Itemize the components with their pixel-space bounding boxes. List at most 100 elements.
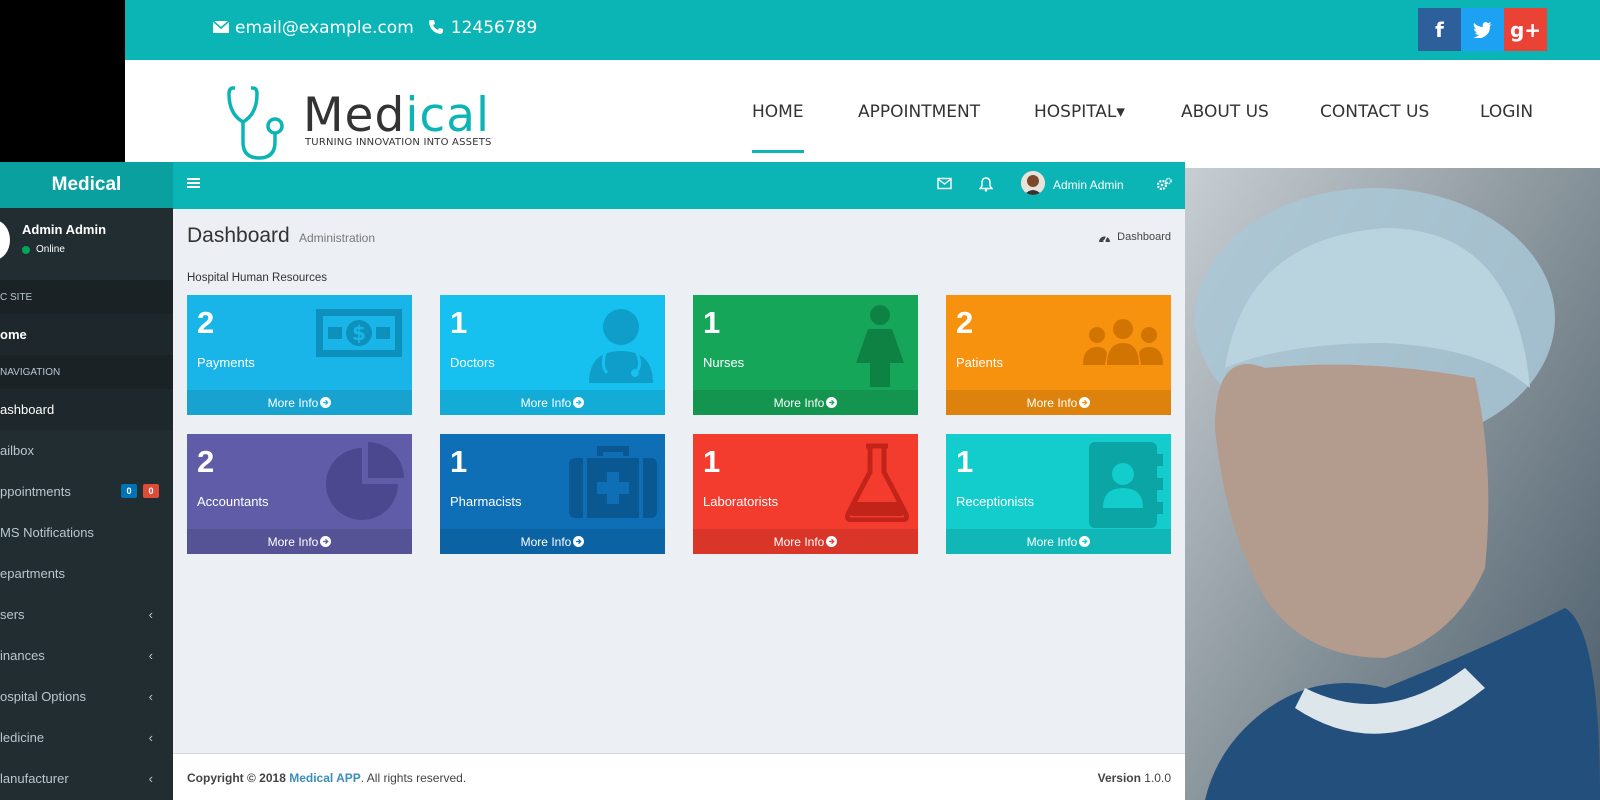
stat-box-accountants[interactable]: 2 Accountants More Info <box>187 434 412 554</box>
section-label: Hospital Human Resources <box>187 272 327 284</box>
admin-top-header: Admin Admin <box>173 162 1185 209</box>
arrow-circle-right-icon <box>1079 397 1091 408</box>
site-email[interactable]: email@example.com <box>235 18 414 38</box>
sidebar-item-label: ledicine <box>0 730 45 745</box>
arrow-circle-right-icon <box>826 536 838 547</box>
stat-label: Laboratorists <box>703 494 779 509</box>
sidebar-item-dashboard[interactable]: ashboard <box>0 389 173 430</box>
sidebar-item-medicine[interactable]: ledicine ‹ <box>0 717 173 758</box>
chevron-left-icon: ‹ <box>148 689 153 704</box>
more-info-link[interactable]: More Info <box>440 390 665 415</box>
pie-chart-icon <box>324 442 404 527</box>
arrow-circle-right-icon <box>320 536 332 547</box>
menu-hospital[interactable]: HOSPITAL▾ <box>1034 102 1125 122</box>
menu-home[interactable]: HOME <box>752 102 804 153</box>
stat-label: Receptionists <box>956 494 1035 509</box>
sidebar-item-label: sers <box>0 607 25 622</box>
sidebar-item-label: inances <box>0 648 45 663</box>
sidebar-item-label: ppointments <box>0 484 71 499</box>
more-info-link[interactable]: More Info <box>187 529 412 554</box>
sidebar-item-sms-notifications[interactable]: MS Notifications <box>0 512 173 553</box>
phone-icon <box>428 19 446 37</box>
sidebar-item-departments[interactable]: epartments <box>0 553 173 594</box>
hero-doctor-photo <box>1185 168 1600 800</box>
arrow-circle-right-icon <box>573 536 585 547</box>
sidebar-brand[interactable]: Medical <box>0 162 173 208</box>
more-info-link[interactable]: More Info <box>693 390 918 415</box>
stat-label: Payments <box>197 355 255 370</box>
stat-label: Pharmacists <box>450 494 522 509</box>
twitter-icon[interactable] <box>1461 8 1504 51</box>
avatar[interactable] <box>1021 171 1045 195</box>
female-icon <box>850 303 910 392</box>
chevron-left-icon: ‹ <box>148 730 153 745</box>
stat-box-payments[interactable]: 2 Payments $ More Info <box>187 295 412 415</box>
site-phone[interactable]: 12456789 <box>451 18 538 38</box>
sidebar-user-name: Admin Admin <box>22 222 107 237</box>
stat-box-receptionists[interactable]: 1 Receptionists More Info <box>946 434 1171 554</box>
more-info-link[interactable]: More Info <box>187 390 412 415</box>
more-info-link[interactable]: More Info <box>693 529 918 554</box>
chevron-left-icon: ‹ <box>148 648 153 663</box>
page-subtitle: Administration <box>299 231 376 245</box>
version-info: Version 1.0.0 <box>1097 771 1171 785</box>
site-contact-info: email@example.com 12456789 <box>212 18 537 38</box>
stat-box-doctors[interactable]: 1 Doctors More Info <box>440 295 665 415</box>
stat-label: Doctors <box>450 355 495 370</box>
flask-icon <box>844 442 910 527</box>
stat-box-pharmacists[interactable]: 1 Pharmacists More Info <box>440 434 665 554</box>
social-links: f g+ <box>1418 8 1547 51</box>
sidebar-item-label: epartments <box>0 566 66 581</box>
sidebar-item-manufacturer[interactable]: lanufacturer ‹ <box>0 758 173 799</box>
address-book-icon <box>1087 442 1163 533</box>
sidebar-item-appointments[interactable]: ppointments 0 0 <box>0 471 173 512</box>
admin-footer: Copyright © 2018 Medical APP. All rights… <box>173 753 1185 800</box>
menu-contact-us[interactable]: CONTACT US <box>1320 102 1429 122</box>
facebook-icon[interactable]: f <box>1418 8 1461 51</box>
stat-label: Nurses <box>703 355 745 370</box>
site-logo-text: Medical <box>303 88 491 143</box>
hamburger-menu-icon[interactable] <box>187 176 201 194</box>
site-logo[interactable]: Medical TURNING INNOVATION INTO ASSETS <box>227 84 507 164</box>
arrow-circle-right-icon <box>320 397 332 408</box>
medkit-icon <box>569 442 657 523</box>
menu-about-us[interactable]: ABOUT US <box>1181 102 1269 122</box>
bell-icon[interactable] <box>978 177 994 197</box>
online-status-dot <box>22 245 30 254</box>
sidebar-item-hospital-options[interactable]: ospital Options ‹ <box>0 676 173 717</box>
stat-label: Patients <box>956 355 1003 370</box>
appointments-badge-blue: 0 <box>121 484 137 498</box>
money-icon: $ <box>314 303 404 368</box>
svg-text:$: $ <box>352 321 366 345</box>
gears-icon[interactable] <box>1156 177 1172 196</box>
arrow-circle-right-icon <box>826 397 838 408</box>
google-plus-icon[interactable]: g+ <box>1504 8 1547 51</box>
menu-login[interactable]: LOGIN <box>1480 102 1533 122</box>
menu-appointment[interactable]: APPOINTMENT <box>858 102 980 122</box>
chevron-left-icon: ‹ <box>148 771 153 786</box>
more-info-link[interactable]: More Info <box>946 529 1171 554</box>
arrow-circle-right-icon <box>573 397 585 408</box>
header-user-name[interactable]: Admin Admin <box>1053 178 1124 192</box>
breadcrumb[interactable]: Dashboard <box>1098 231 1171 243</box>
stat-box-nurses[interactable]: 1 Nurses More Info <box>693 295 918 415</box>
stat-box-patients[interactable]: 2 Patients More Info <box>946 295 1171 415</box>
admin-sidebar: Medical Admin Admin Online C SITE ome NA… <box>0 162 173 800</box>
arrow-circle-right-icon <box>1079 536 1091 547</box>
sidebar-item-label: ashboard <box>0 402 55 417</box>
more-info-link[interactable]: More Info <box>946 390 1171 415</box>
app-name-link[interactable]: Medical APP <box>289 771 361 785</box>
sidebar-header-public: C SITE <box>0 280 173 314</box>
sidebar-user-panel: Admin Admin Online <box>0 208 173 280</box>
dashboard-content: Dashboard Administration Dashboard Hospi… <box>173 209 1185 753</box>
stat-box-laboratorists[interactable]: 1 Laboratorists More Info <box>693 434 918 554</box>
envelope-icon[interactable] <box>937 177 952 195</box>
sidebar-item-home[interactable]: ome <box>0 314 173 355</box>
avatar <box>0 220 10 260</box>
sidebar-item-mailbox[interactable]: ailbox <box>0 430 173 471</box>
envelope-icon <box>212 19 230 37</box>
stat-count: 1 <box>450 305 468 340</box>
sidebar-item-users[interactable]: sers ‹ <box>0 594 173 635</box>
more-info-link[interactable]: More Info <box>440 529 665 554</box>
sidebar-item-finances[interactable]: inances ‹ <box>0 635 173 676</box>
